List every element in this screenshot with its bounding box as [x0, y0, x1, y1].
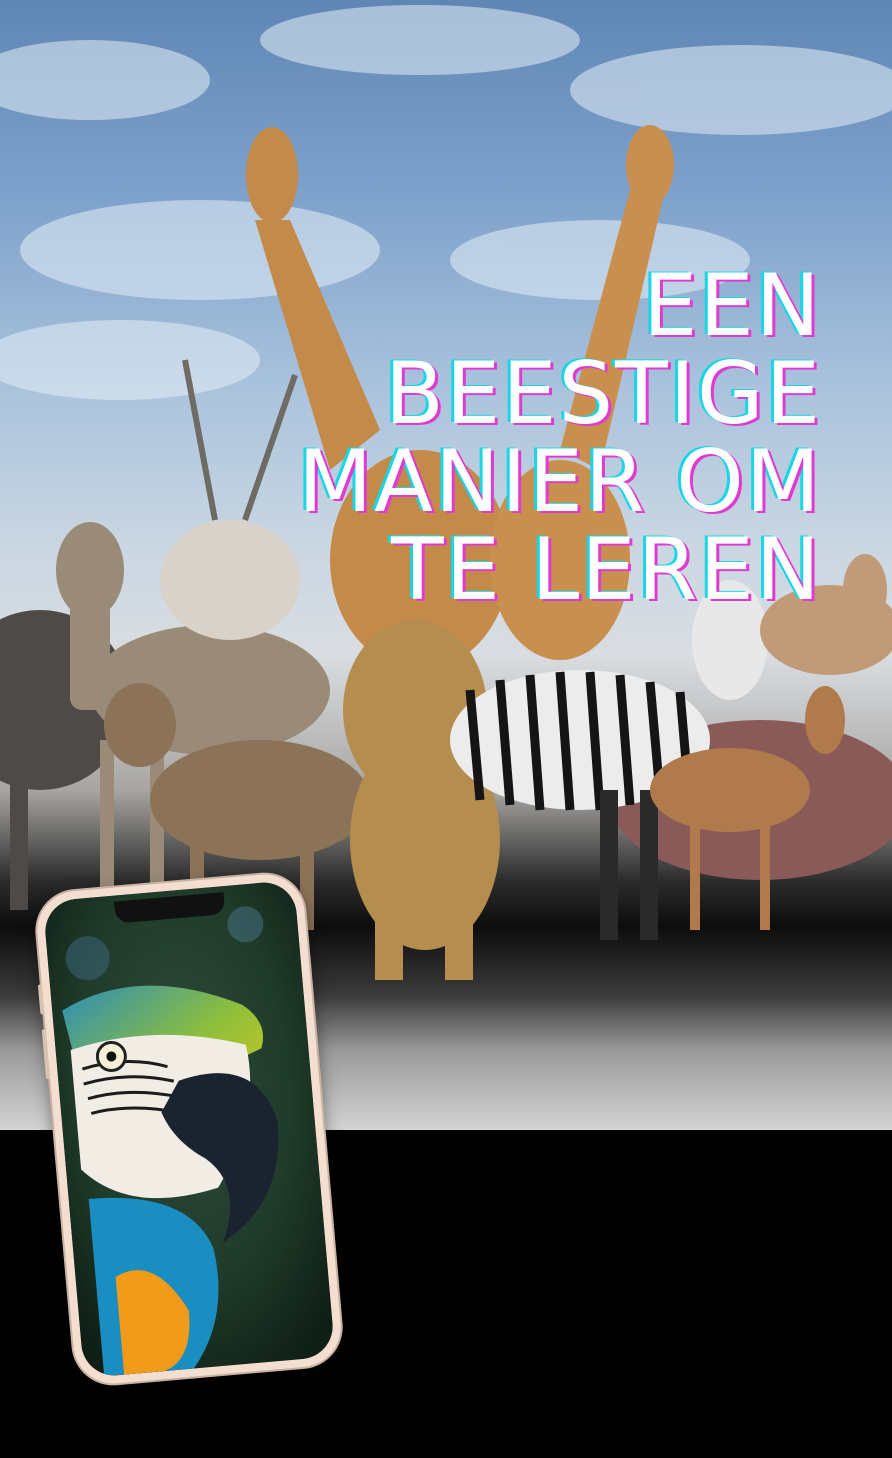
phone-mockup — [33, 871, 345, 1387]
macaw-parrot-image — [42, 879, 336, 1379]
headline: EEN BEESTIGE MANIER OM TE LEREN — [122, 262, 822, 614]
headline-line-2: BEESTIGE — [384, 344, 822, 444]
phone-screen — [42, 879, 336, 1379]
headline-line-1: EEN — [642, 256, 822, 356]
headline-line-3: MANIER OM — [297, 432, 822, 532]
headline-line-4: TE LEREN — [391, 520, 822, 620]
